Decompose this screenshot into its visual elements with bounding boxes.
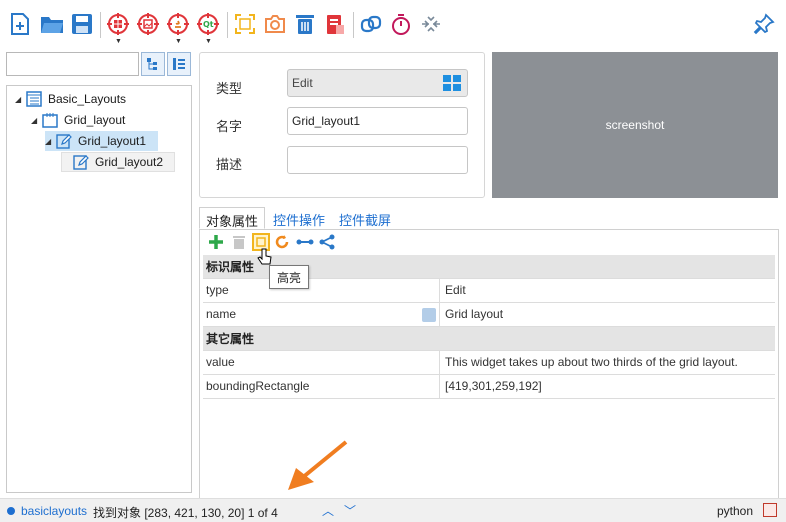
property-tabs: 对象属性 控件操作 控件截屏: [199, 207, 399, 229]
share-icon[interactable]: [318, 233, 336, 251]
trash-icon[interactable]: [291, 10, 319, 38]
model-name[interactable]: basiclayouts: [21, 504, 87, 518]
tree-item-grid-layout1[interactable]: ◢ Grid_layout1: [45, 131, 158, 151]
delete-icon[interactable]: [230, 233, 248, 251]
add-icon[interactable]: [207, 233, 225, 251]
grid-icon: [41, 112, 59, 128]
table-row[interactable]: boundingRectangle [419,301,259,192]: [203, 375, 775, 399]
stop-button[interactable]: [763, 503, 777, 517]
pin-icon[interactable]: [750, 10, 778, 38]
property-value: Grid layout: [445, 307, 504, 321]
property-value: This widget takes up about two thirds of…: [445, 355, 738, 369]
object-properties-panel: 类型 Edit 名字 Grid_layout1 描述: [199, 52, 485, 198]
color-swatch: [422, 308, 436, 322]
description-field[interactable]: [287, 146, 468, 174]
tab-object-properties[interactable]: 对象属性: [199, 207, 266, 229]
status-bar: basiclayouts 找到对象 [283, 421, 130, 20] 1 …: [0, 498, 786, 522]
object-tree: ◢ Basic_Layouts ◢ Grid_layout ◢ Grid_lay…: [6, 85, 192, 493]
collapse-arrow-icon[interactable]: ◢: [45, 137, 55, 146]
chevron-down-icon[interactable]: ▼: [115, 38, 122, 45]
property-key: type: [203, 279, 440, 302]
toolbar-separator: [353, 12, 354, 38]
table-row[interactable]: value This widget takes up about two thi…: [203, 351, 775, 375]
highlight-tooltip: 高亮: [269, 265, 309, 289]
camera-icon[interactable]: [261, 10, 289, 38]
tree-item-label: Grid_layout: [64, 113, 126, 127]
new-file-icon[interactable]: [6, 10, 34, 38]
tab-control-screenshot[interactable]: 控件截屏: [333, 207, 397, 229]
collapse-arrow-icon[interactable]: ◢: [31, 116, 41, 125]
property-value: [419,301,259,192]: [445, 379, 542, 393]
found-object-text: 找到对象 [283, 421, 130, 20] 1 of 4: [93, 506, 278, 520]
chevron-down-icon[interactable]: ▼: [205, 38, 212, 45]
screenshot-label: screenshot: [605, 118, 665, 132]
tree-item-label: Grid_layout1: [78, 134, 147, 148]
toolbar-separator: [100, 12, 101, 38]
tab-control-operations[interactable]: 控件操作: [267, 207, 331, 229]
save-icon[interactable]: [68, 10, 96, 38]
name-label: 名字: [216, 119, 243, 134]
windows-target-icon[interactable]: [104, 10, 132, 38]
layout-icon: [25, 91, 43, 107]
main-toolbar: ▼ ▼ Qt ▼: [0, 0, 786, 50]
svg-text:Qt: Qt: [203, 20, 214, 29]
table-row[interactable]: name Grid layout: [203, 303, 775, 327]
property-value: Edit: [445, 283, 466, 297]
clipboard-icon[interactable]: [321, 10, 349, 38]
connect-icon[interactable]: [296, 233, 314, 251]
windows-icon: [443, 75, 461, 91]
orange-arrow-icon: [278, 438, 350, 497]
java-target-icon[interactable]: [164, 10, 192, 38]
description-label: 描述: [216, 157, 243, 172]
type-value: Edit: [292, 76, 313, 90]
open-folder-icon[interactable]: [38, 10, 66, 38]
collapse-icon[interactable]: [417, 10, 445, 38]
tree-item-grid-layout[interactable]: ◢ Grid_layout: [31, 110, 125, 130]
property-key: value: [203, 351, 440, 374]
collapse-tree-button[interactable]: [167, 52, 191, 76]
name-value: Grid_layout1: [292, 114, 361, 128]
name-field[interactable]: Grid_layout1: [287, 107, 468, 135]
type-field: Edit: [287, 69, 468, 97]
hand-cursor-icon: [257, 248, 273, 271]
language-label[interactable]: python: [717, 504, 753, 518]
status-dot-icon: [7, 507, 15, 515]
tree-item-label: Grid_layout2: [95, 155, 164, 169]
tree-item-grid-layout2[interactable]: Grid_layout2: [61, 152, 175, 172]
timer-icon[interactable]: [387, 10, 415, 38]
previous-icon[interactable]: ︿: [322, 502, 334, 519]
edit-icon: [55, 133, 73, 149]
type-label: 类型: [216, 81, 243, 96]
expand-tree-button[interactable]: [141, 52, 165, 76]
property-key: name: [203, 303, 440, 326]
next-icon[interactable]: ﹀: [344, 502, 356, 519]
refresh-icon[interactable]: [273, 233, 291, 251]
tree-expand-icon: [147, 58, 157, 70]
tree-list-icon: [173, 58, 185, 70]
screenshot-preview: screenshot: [492, 52, 778, 198]
edit-icon: [72, 154, 90, 170]
toolbar-separator: [227, 12, 228, 38]
property-key: boundingRectangle: [203, 375, 440, 398]
highlight-frame-icon[interactable]: [231, 10, 259, 38]
tree-item-label: Basic_Layouts: [48, 92, 127, 106]
image-target-icon[interactable]: [134, 10, 162, 38]
section-other[interactable]: 其它属性: [203, 327, 775, 351]
tree-item-basic-layouts[interactable]: ◢ Basic_Layouts: [15, 89, 126, 109]
chevron-down-icon[interactable]: ▼: [175, 38, 182, 45]
qt-target-icon[interactable]: Qt: [194, 10, 222, 38]
tree-search-input[interactable]: [6, 52, 139, 76]
link-icon[interactable]: [357, 10, 385, 38]
collapse-arrow-icon[interactable]: ◢: [15, 95, 25, 104]
